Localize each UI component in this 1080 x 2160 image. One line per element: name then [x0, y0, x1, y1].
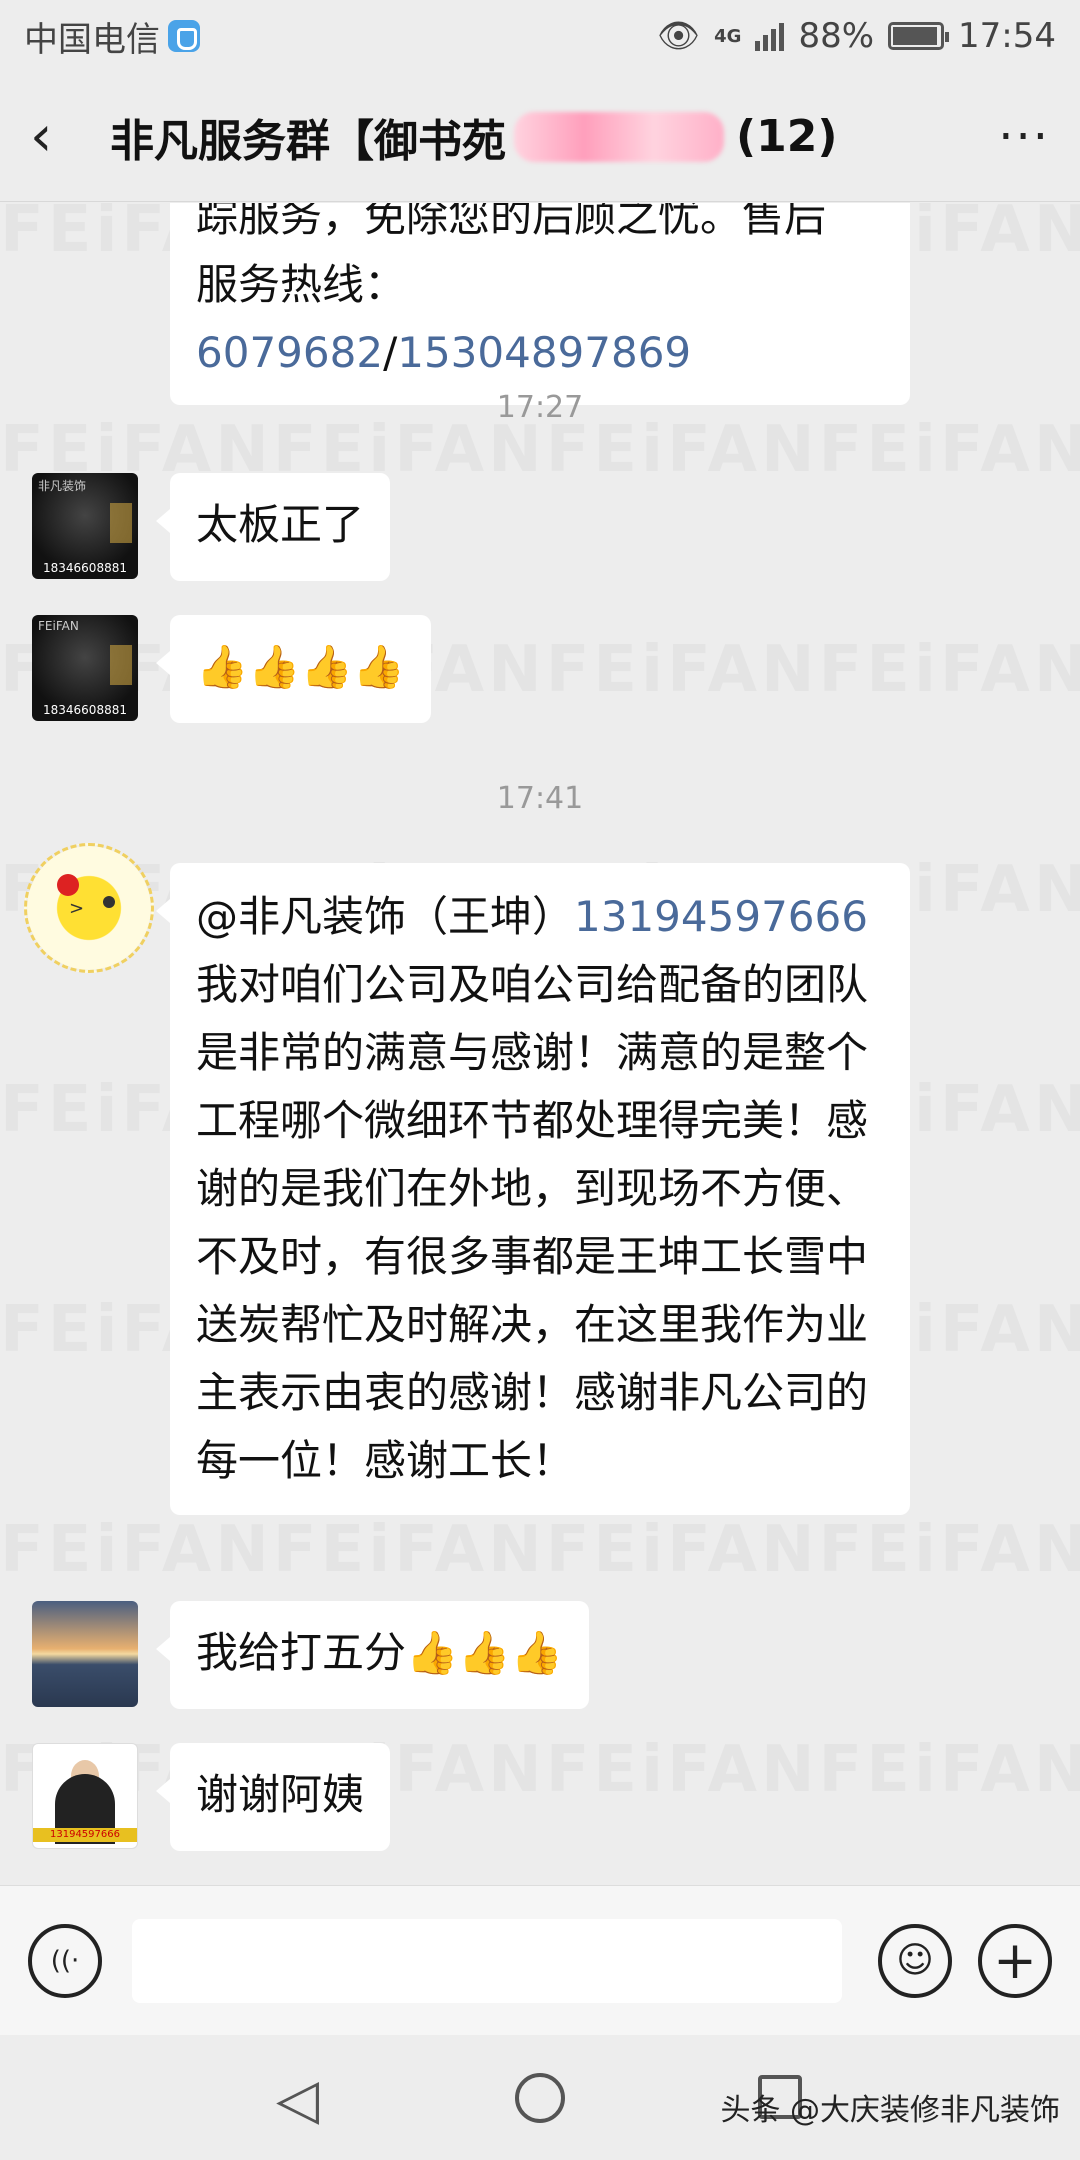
network-label: 4G [714, 25, 742, 47]
watermark: FEiFANFEiFANFEiFANFEiFANFEiFAN [0, 1513, 1080, 1587]
message-input[interactable] [132, 1918, 842, 2003]
add-icon[interactable]: + [978, 1923, 1052, 1998]
message-body: 我对咱们公司及咱公司给配备的团队是非常的满意与感谢！满意的是整个工程哪个微细环节… [196, 960, 869, 1485]
message-text: 谢谢阿姨 [196, 1770, 365, 1819]
avatar-decoration [110, 645, 132, 685]
message-bubble[interactable]: 太板正了 [155, 473, 391, 581]
wink-eye-icon: > [69, 898, 85, 919]
eye-icon: 👁 [656, 16, 701, 56]
avatar[interactable] [32, 1601, 138, 1707]
timestamp: 17:27 [496, 390, 584, 425]
avatar-phone: 18346608881 [43, 703, 127, 717]
member-count: (12) [736, 111, 838, 162]
redacted-blur [514, 111, 724, 162]
chat-title[interactable]: 非凡服务群【御书苑 [110, 105, 506, 169]
eye-dot-icon [103, 896, 115, 908]
mention-phone-link[interactable]: 13194597666 [574, 892, 868, 941]
voice-glyph: ((· [50, 1945, 80, 1976]
message-text: 太板正了 [196, 500, 365, 549]
add-glyph: + [993, 1930, 1037, 1991]
message-text: 我给打五分👍👍👍 [196, 1628, 563, 1677]
avatar[interactable]: 非凡装饰 18346608881 [32, 473, 138, 579]
message-bubble[interactable]: @非凡装饰（王坤）13194597666 我对咱们公司及咱公司给配备的团队是非常… [156, 863, 910, 1515]
system-nav-bar: ◁ 头条 @大庆装修非凡装饰 [0, 2035, 1080, 2160]
message-bubble[interactable]: 我给打五分👍👍👍 [156, 1601, 589, 1709]
voice-input-icon[interactable]: ((· [28, 1923, 102, 1998]
flower-avatar-icon[interactable]: > [24, 843, 154, 973]
avatar[interactable]: 13194597666 [32, 1743, 138, 1849]
back-arrow-icon[interactable]: ‹ [30, 104, 90, 169]
status-right: 👁 4G 88% 17:54 [657, 16, 1056, 56]
input-bar: ((· ☺ + [0, 1885, 1080, 2035]
hotline-link[interactable]: 15304897869 [397, 328, 691, 377]
hotline-link[interactable]: 6079682 [196, 328, 383, 377]
status-bar: 中国电信 👁 4G 88% 17:54 [0, 0, 1080, 72]
avatar-brand: 非凡装饰 [38, 479, 87, 493]
signal-icon [755, 21, 785, 51]
message-bubble[interactable]: 踪服务，免除您的后顾之忧。售后 服务热线： 6079682/15304897869 [170, 203, 910, 405]
mention-line: @非凡装饰（王坤）13194597666 [196, 883, 884, 951]
source-watermark: 头条 @大庆装修非凡装饰 [720, 2093, 1060, 2128]
timestamp: 17:41 [496, 781, 584, 816]
avatar-phone: 18346608881 [43, 561, 127, 575]
avatar-brand: FEiFAN [38, 619, 79, 633]
message-bubble[interactable]: 谢谢阿姨 [155, 1743, 391, 1851]
thumbs-up-emoji: 👍👍👍👍 [196, 642, 406, 691]
nav-home-icon[interactable] [515, 2073, 565, 2123]
hotline-label: 服务热线： [196, 260, 407, 309]
message-line: 服务热线： 6079682/15304897869 [196, 251, 884, 387]
more-options-icon[interactable]: ··· [998, 109, 1050, 165]
ladybug-icon [57, 874, 79, 896]
avatar-decoration [110, 503, 132, 543]
message-line: 踪服务，免除您的后顾之忧。售后 [196, 203, 827, 241]
mention-text[interactable]: @非凡装饰（王坤） [196, 892, 574, 941]
message-bubble[interactable]: 👍👍👍👍 [155, 615, 432, 723]
nav-back-icon[interactable]: ◁ [276, 2067, 319, 2132]
avatar-phone: 13194597666 [33, 1828, 137, 1842]
battery-icon [888, 22, 950, 50]
battery-percent: 88% [798, 16, 875, 56]
shield-icon [168, 20, 200, 52]
avatar[interactable]: FEiFAN 18346608881 [32, 615, 138, 721]
chat-header: ‹ 非凡服务群【御书苑 (12) ··· [0, 72, 1080, 202]
emoji-icon[interactable]: ☺ [878, 1923, 952, 1998]
hotline-separator: / [383, 328, 398, 377]
clock: 17:54 [958, 16, 1056, 56]
status-left: 中国电信 [24, 12, 200, 61]
chat-message-list[interactable]: FEiFANFEiFANFEiFANFEiFANFEiFAN FEiFANFEi… [0, 203, 1080, 1885]
carrier-label: 中国电信 [24, 19, 160, 60]
emoji-glyph: ☺ [896, 1940, 934, 1981]
